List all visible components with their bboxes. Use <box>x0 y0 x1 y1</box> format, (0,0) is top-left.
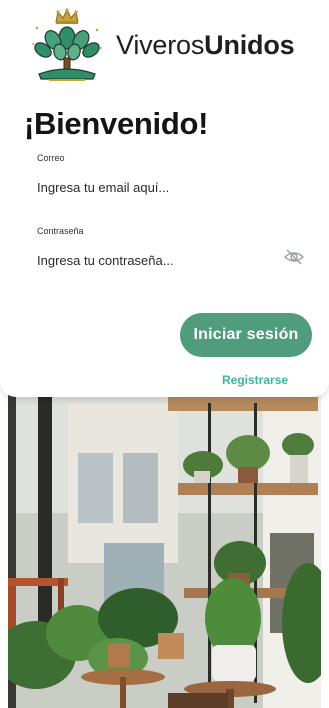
email-label: Correo <box>37 153 65 163</box>
email-field-group: Correo <box>37 153 305 197</box>
brand-name: ViverosUnidos <box>116 30 295 61</box>
password-label: Contraseña <box>37 226 84 236</box>
email-input[interactable] <box>37 177 277 197</box>
plant-shop-image <box>8 393 321 708</box>
app-header: ViverosUnidos <box>0 0 329 98</box>
brand-name-regular: Viveros <box>116 30 205 60</box>
welcome-title: ¡Bienvenido! <box>24 106 209 141</box>
register-link[interactable]: Registrarse <box>222 373 288 387</box>
eye-off-icon[interactable] <box>283 248 305 266</box>
plant-crown-logo-icon <box>32 8 102 81</box>
brand-name-bold: Unidos <box>204 30 295 60</box>
login-button[interactable]: Iniciar sesión <box>180 313 312 357</box>
password-field-group: Contraseña <box>37 226 305 270</box>
password-input[interactable] <box>37 250 277 270</box>
plant-shop-photo <box>8 393 321 708</box>
